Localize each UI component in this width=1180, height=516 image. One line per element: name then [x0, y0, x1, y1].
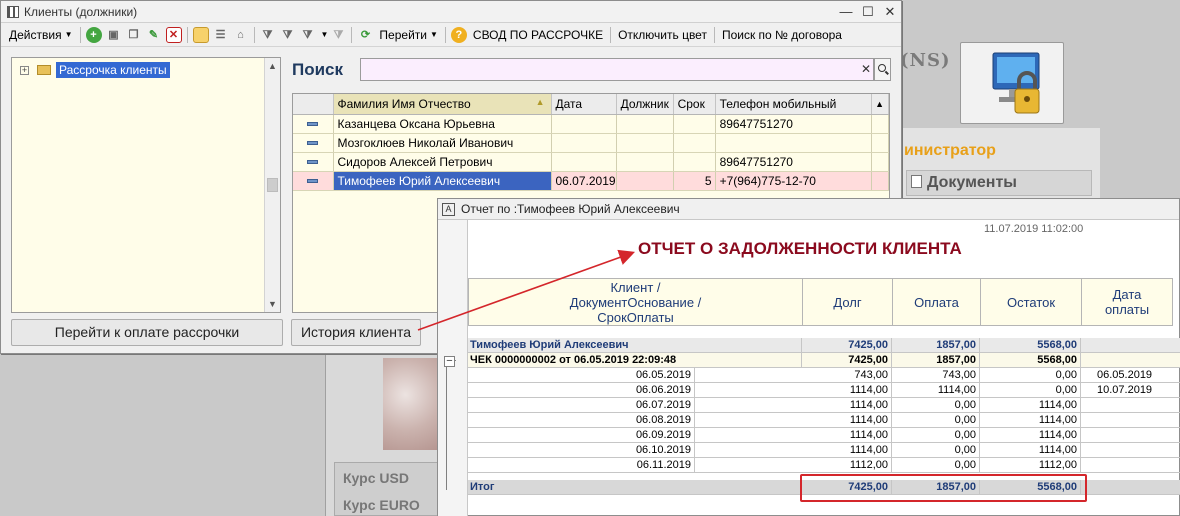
annotation-arrow-icon — [417, 249, 636, 331]
